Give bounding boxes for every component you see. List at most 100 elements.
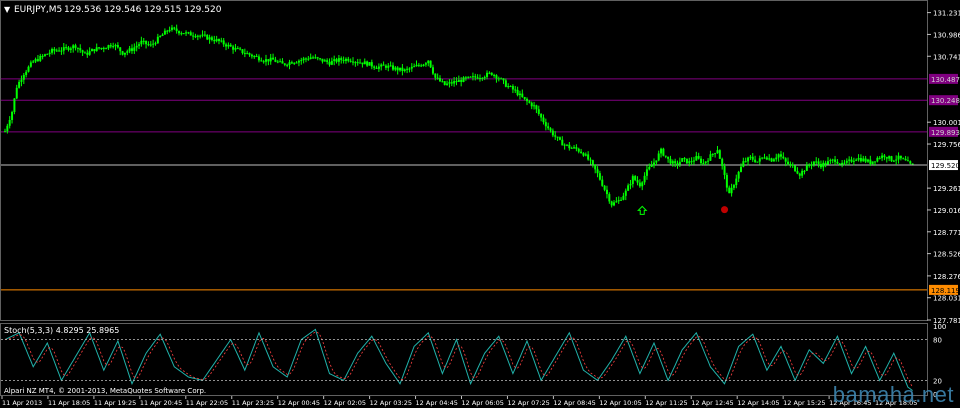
candle-body bbox=[540, 113, 543, 118]
time-tick-label: 12 Apr 15:25 bbox=[783, 399, 825, 407]
candle-body bbox=[904, 158, 907, 161]
candle-body bbox=[65, 47, 68, 49]
candle-body bbox=[859, 158, 862, 162]
candle-body bbox=[340, 58, 343, 61]
symbol-dropdown-icon[interactable]: ▼ bbox=[4, 5, 11, 14]
candle-body bbox=[262, 61, 265, 63]
candle-body bbox=[76, 47, 79, 49]
candle-body bbox=[88, 51, 91, 55]
candle-body bbox=[86, 52, 89, 55]
candle-body bbox=[504, 80, 507, 87]
candle-body bbox=[149, 44, 152, 46]
candle-body bbox=[782, 156, 785, 159]
candle-body bbox=[309, 57, 312, 59]
candle-body bbox=[34, 59, 37, 62]
candle-body bbox=[300, 60, 303, 62]
candle-body bbox=[417, 64, 420, 66]
candle-body bbox=[281, 61, 284, 64]
candle-body bbox=[584, 154, 587, 156]
candle-body bbox=[575, 147, 578, 149]
candle-body bbox=[241, 49, 244, 54]
candle-body bbox=[62, 47, 65, 51]
candle-body bbox=[267, 59, 270, 62]
candle-body bbox=[580, 151, 583, 154]
candle-body bbox=[173, 27, 176, 29]
candle-body bbox=[758, 158, 761, 162]
candle-body bbox=[279, 61, 282, 63]
candle-body bbox=[41, 55, 44, 57]
candle-body bbox=[565, 144, 568, 146]
candle-body bbox=[650, 165, 653, 167]
candle-body bbox=[718, 150, 721, 159]
candle-body bbox=[55, 50, 58, 52]
candle-body bbox=[98, 47, 101, 49]
candle-body bbox=[152, 43, 155, 45]
candle-body bbox=[775, 157, 778, 160]
candle-body bbox=[629, 184, 632, 186]
candle-body bbox=[791, 164, 794, 166]
candle-body bbox=[51, 48, 54, 53]
candle-body bbox=[812, 161, 815, 165]
candle-body bbox=[747, 157, 750, 162]
candle-body bbox=[349, 60, 352, 62]
candle-body bbox=[645, 169, 648, 176]
candle-body bbox=[678, 161, 681, 165]
candle-body bbox=[116, 45, 119, 48]
candle-body bbox=[819, 163, 822, 168]
candle-body bbox=[269, 57, 272, 62]
candle-body bbox=[544, 122, 547, 127]
sell-dot-icon[interactable] bbox=[721, 206, 729, 214]
candle-body bbox=[704, 161, 707, 164]
candle-body bbox=[834, 159, 837, 162]
candle-body bbox=[363, 61, 366, 65]
candle-body bbox=[794, 165, 797, 172]
stoch-label: Stoch(5,3,3) 4.8295 25.8965 bbox=[4, 326, 119, 335]
time-tick-label: 12 Apr 00:45 bbox=[278, 399, 320, 407]
candle-body bbox=[288, 62, 291, 66]
candle-body bbox=[596, 169, 599, 174]
candle-body bbox=[899, 155, 902, 159]
candle-body bbox=[843, 162, 846, 164]
time-tick-label: 11 Apr 19:25 bbox=[94, 399, 136, 407]
time-axis[interactable]: 11 Apr 2013 11 Apr 18:05 11 Apr 19:25 11 Ap… bbox=[1, 396, 917, 407]
candle-body bbox=[142, 40, 145, 42]
candle-body bbox=[429, 60, 432, 68]
candle-body bbox=[652, 162, 655, 166]
stoch-level-label: 100 bbox=[933, 323, 946, 331]
candle-body bbox=[836, 161, 839, 164]
candle-body bbox=[831, 159, 834, 161]
candle-body bbox=[441, 81, 444, 83]
candle-body bbox=[803, 170, 806, 172]
candle-body bbox=[474, 76, 477, 78]
candle-body bbox=[695, 156, 698, 161]
candle-body bbox=[617, 200, 620, 202]
candle-body bbox=[598, 173, 601, 180]
candle-body bbox=[246, 53, 249, 55]
candle-body bbox=[631, 176, 634, 185]
candle-body bbox=[316, 57, 319, 59]
candle-body bbox=[58, 50, 61, 52]
candle-body bbox=[196, 35, 199, 37]
candle-body bbox=[130, 48, 133, 51]
candle-body bbox=[194, 36, 197, 38]
price-tick-label: 130.741 bbox=[933, 53, 960, 61]
candle-body bbox=[60, 50, 63, 52]
candle-body bbox=[344, 58, 347, 61]
candle-body bbox=[319, 58, 322, 60]
candle-body bbox=[121, 51, 124, 55]
candle-body bbox=[662, 148, 665, 156]
candle-body bbox=[32, 61, 35, 63]
candle-body bbox=[170, 27, 173, 30]
candle-body bbox=[751, 156, 754, 160]
candle-body bbox=[787, 161, 790, 165]
candle-body bbox=[18, 81, 21, 88]
candle-body bbox=[185, 32, 188, 34]
candle-body bbox=[638, 182, 641, 187]
candle-body bbox=[573, 147, 576, 149]
candle-body bbox=[478, 78, 481, 80]
candle-body bbox=[495, 75, 498, 79]
candle-body bbox=[356, 62, 359, 64]
time-tick-label: 11 Apr 18:05 bbox=[48, 399, 90, 407]
candle-body bbox=[516, 89, 519, 96]
candle-body bbox=[582, 153, 585, 156]
